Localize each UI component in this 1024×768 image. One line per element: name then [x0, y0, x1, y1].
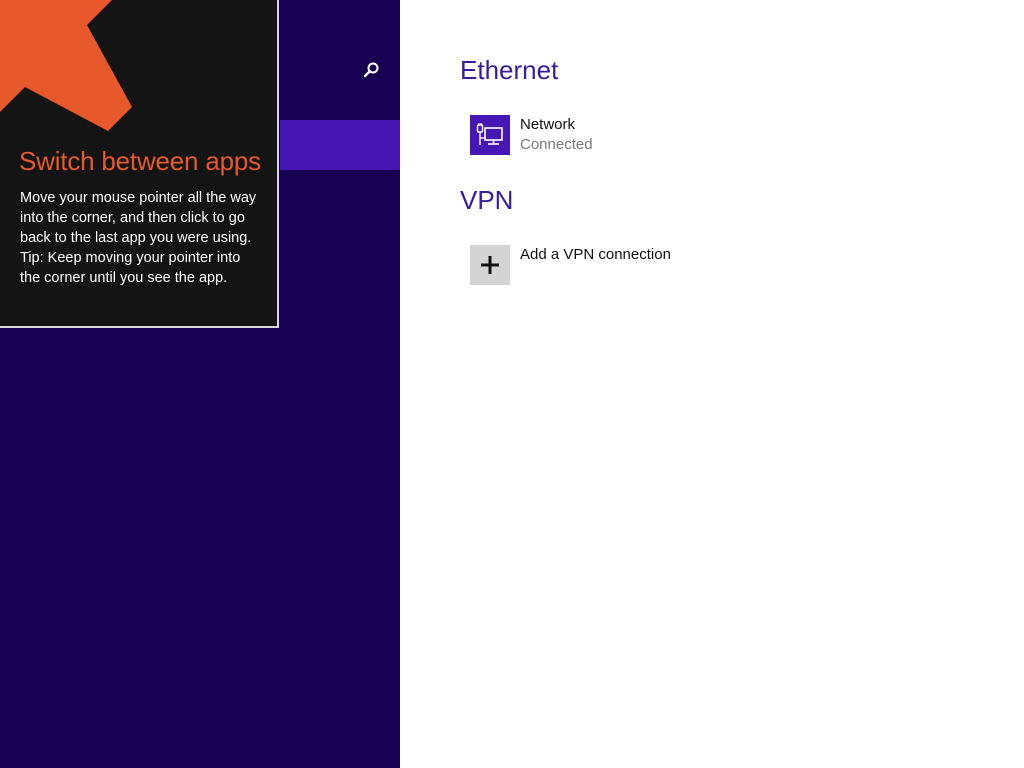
- switch-apps-tip: Switch between apps Move your mouse poin…: [0, 0, 279, 328]
- add-vpn-connection-button[interactable]: Add a VPN connection: [470, 245, 671, 285]
- vpn-heading: VPN: [460, 185, 514, 215]
- content-pane: Ethernet Network Connected VPN Add a VPN…: [400, 0, 1024, 768]
- search-button[interactable]: [358, 58, 384, 84]
- add-vpn-text: Add a VPN connection: [520, 245, 671, 265]
- tip-body: Move your mouse pointer all the way into…: [20, 188, 260, 288]
- corner-arrow-icon: [0, 0, 132, 131]
- ethernet-network-item[interactable]: Network Connected: [470, 115, 593, 155]
- ethernet-network-icon: [470, 115, 510, 155]
- ethernet-heading: Ethernet: [460, 55, 559, 85]
- network-name: Network: [520, 116, 576, 133]
- tip-title: Switch between apps: [19, 146, 261, 176]
- search-icon: [358, 62, 384, 88]
- network-status: Connected: [520, 136, 593, 153]
- ethernet-network-text: Network Connected: [520, 115, 593, 155]
- tip-line-2: Tip: Keep moving your pointer into the c…: [20, 250, 241, 286]
- add-vpn-label: Add a VPN connection: [520, 246, 671, 263]
- screen: Switch between apps Move your mouse poin…: [0, 0, 1024, 768]
- plus-icon: [470, 245, 510, 285]
- nav-selected-item[interactable]: [280, 120, 400, 170]
- tip-line-1: Move your mouse pointer all the way into…: [20, 190, 257, 246]
